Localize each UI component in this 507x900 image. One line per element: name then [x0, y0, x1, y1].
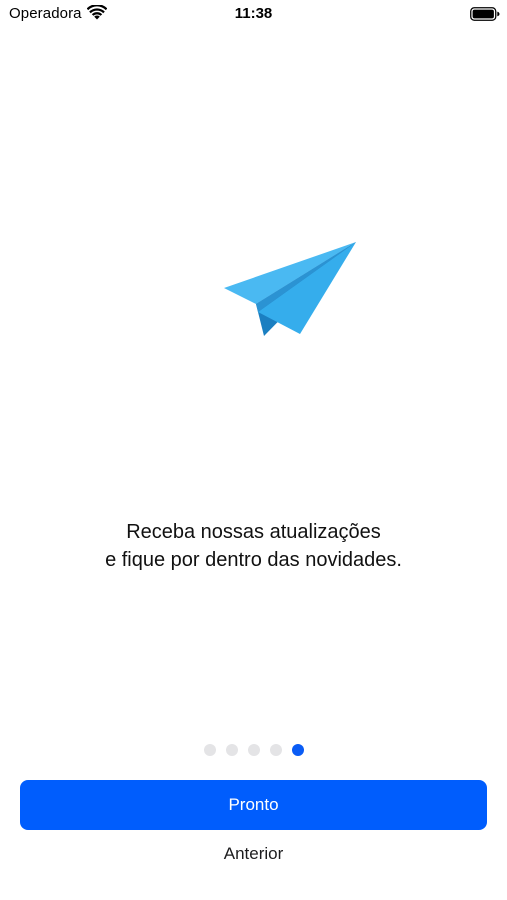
page-dot-2[interactable] — [225, 744, 238, 756]
page-dot-4[interactable] — [269, 744, 282, 756]
page-dot-5-active[interactable] — [291, 744, 304, 756]
page-dot-3[interactable] — [247, 744, 260, 756]
battery-icon — [470, 7, 500, 21]
paper-plane-icon — [224, 242, 356, 336]
page-dot-1[interactable] — [203, 744, 216, 756]
status-bar: Operadora 11:38 — [0, 0, 507, 30]
status-time: 11:38 — [234, 5, 273, 22]
done-button[interactable]: Pronto — [20, 780, 487, 830]
previous-button[interactable]: Anterior — [0, 844, 507, 864]
onboarding-message-line-1: Receba nossas atualizações — [126, 521, 381, 543]
onboarding-message-line-2: e fique por dentro das novidades. — [105, 549, 402, 571]
page-indicator[interactable] — [0, 744, 507, 756]
